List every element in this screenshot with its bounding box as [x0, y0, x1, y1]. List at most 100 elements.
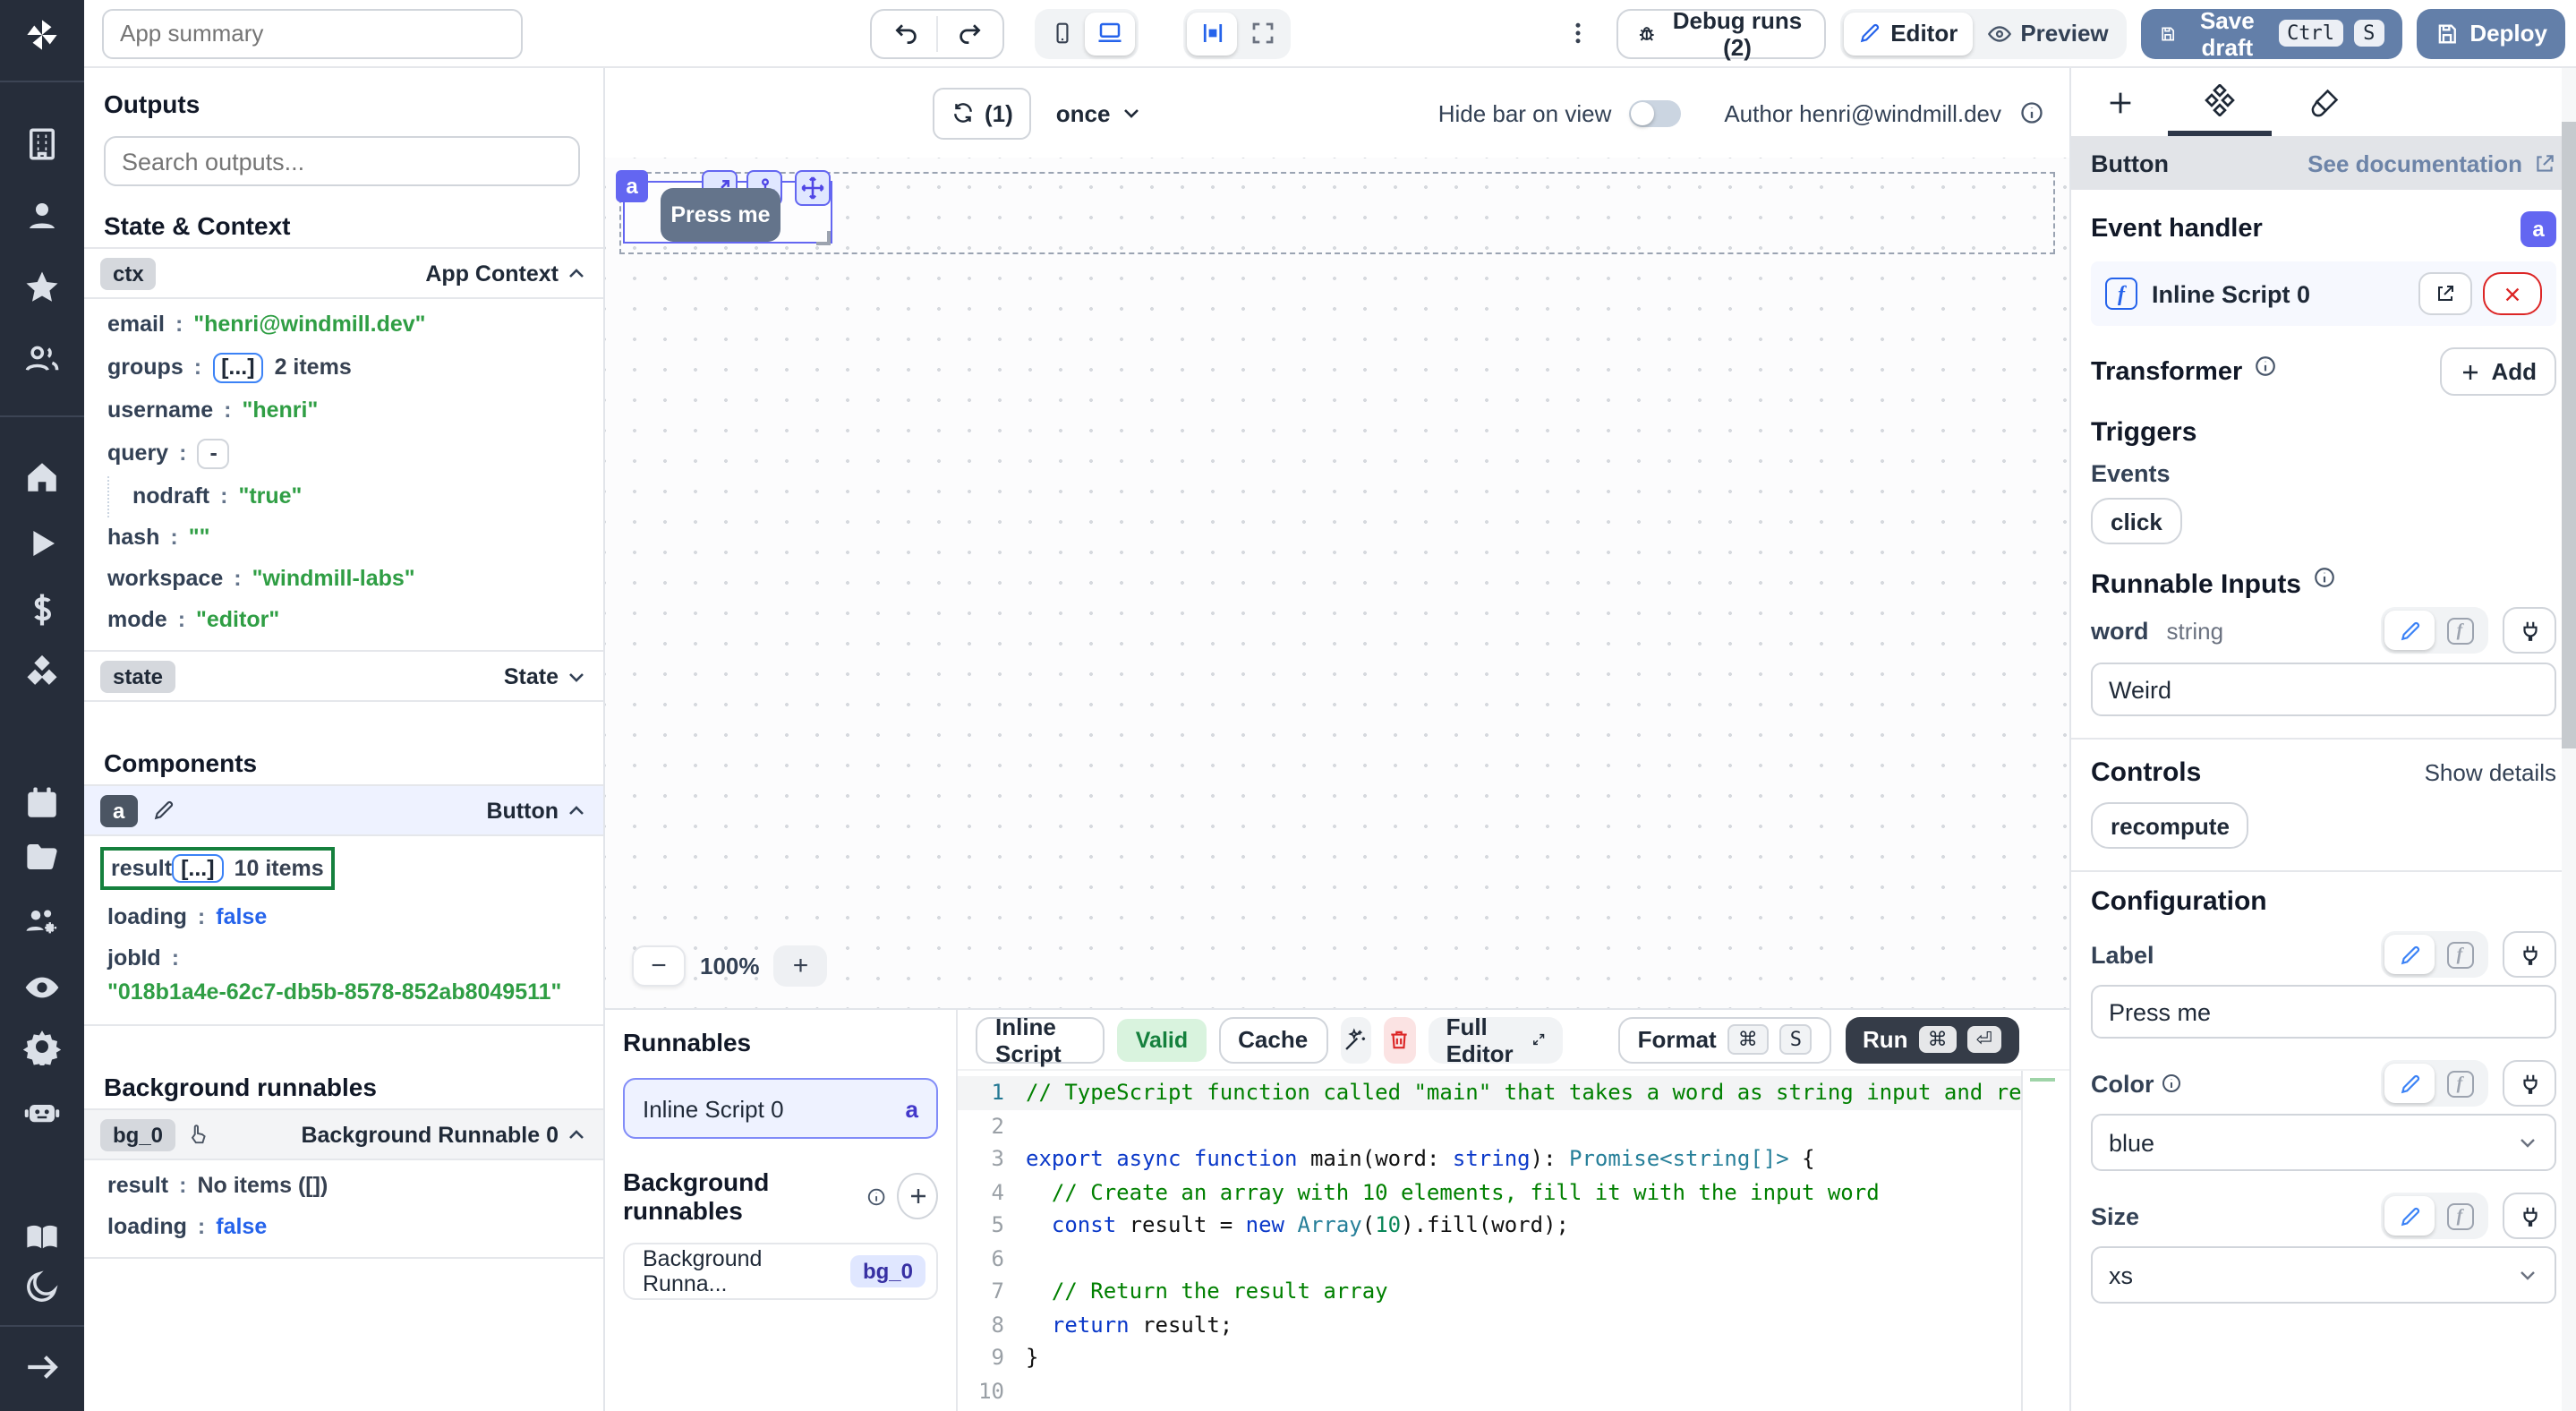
connect-plug-button[interactable]	[2503, 931, 2556, 978]
groups-gear-icon[interactable]	[23, 904, 61, 942]
state-section-header[interactable]: state State	[84, 652, 603, 702]
info-icon[interactable]	[2312, 566, 2335, 589]
full-editor-button[interactable]: Full Editor	[1429, 1016, 1563, 1063]
code-line[interactable]: 4 // Create an array with 10 elements, f…	[958, 1176, 2021, 1209]
output-field-mode[interactable]: mode "editor"	[84, 600, 603, 641]
settings-gear-icon[interactable]	[23, 1028, 61, 1065]
rename-pencil-icon[interactable]	[151, 799, 175, 822]
chevron-up-icon[interactable]	[566, 1124, 587, 1145]
chevron-up-icon[interactable]	[566, 800, 587, 821]
press-me-button[interactable]: Press me	[661, 188, 780, 242]
output-field-bg-result[interactable]: result No items ([])	[84, 1166, 603, 1207]
expr-mode-function-button[interactable]: f	[2435, 935, 2485, 974]
ai-wand-button[interactable]	[1340, 1016, 1371, 1063]
redo-button[interactable]	[938, 12, 999, 55]
variables-dollar-icon[interactable]	[23, 591, 61, 629]
runnable-item-bg-0[interactable]: Background Runna... bg_0	[623, 1243, 938, 1300]
info-icon[interactable]	[2162, 1073, 2183, 1094]
more-menu-kebab-icon[interactable]	[1565, 20, 1591, 47]
add-bg-runnable-button[interactable]	[898, 1173, 938, 1219]
bg0-section-header[interactable]: bg_0 Background Runnable 0	[84, 1108, 603, 1160]
app-summary-input[interactable]	[102, 8, 523, 58]
code-line[interactable]: 10	[958, 1374, 2021, 1407]
code-line[interactable]: 2	[958, 1109, 2021, 1142]
code-line[interactable]: 9}	[958, 1341, 2021, 1374]
fullscreen-expand-button[interactable]	[1237, 12, 1287, 55]
output-field-groups[interactable]: groups [...] 2 items	[84, 346, 603, 390]
empty-value-chip[interactable]: -	[197, 439, 229, 469]
runnable-item-inline-script-0[interactable]: Inline Script 0 a	[623, 1078, 938, 1139]
static-mode-pencil-button[interactable]	[2384, 1064, 2435, 1103]
output-field-email[interactable]: email "henri@windmill.dev"	[84, 304, 603, 346]
output-field-hash[interactable]: hash ""	[84, 517, 603, 559]
tab-preview[interactable]: Preview	[1972, 12, 2122, 55]
chevron-up-icon[interactable]	[566, 262, 587, 284]
color-select[interactable]: blue	[2091, 1114, 2556, 1171]
tab-styling[interactable]	[2272, 68, 2376, 136]
delete-script-button[interactable]	[1384, 1016, 1415, 1063]
resources-boxes-icon[interactable]	[23, 654, 61, 691]
tab-editor[interactable]: Editor	[1844, 12, 1972, 55]
favorites-star-icon[interactable]	[23, 269, 61, 306]
dark-mode-moon-icon[interactable]	[23, 1268, 61, 1305]
search-outputs-input[interactable]	[104, 136, 580, 186]
align-center-button[interactable]	[1187, 12, 1237, 55]
output-field-loading[interactable]: loading false	[84, 897, 603, 938]
result-highlight-box[interactable]: result [...] 10 items	[100, 847, 335, 890]
connect-plug-button[interactable]	[2503, 1193, 2556, 1239]
code-line[interactable]: 3export async function main(word: string…	[958, 1142, 2021, 1176]
static-mode-pencil-button[interactable]	[2384, 935, 2435, 974]
chevron-down-icon[interactable]	[566, 665, 587, 687]
output-field-workspace[interactable]: workspace "windmill-labs"	[84, 559, 603, 600]
component-a-section-header[interactable]: a Button	[84, 784, 603, 836]
size-select[interactable]: xs	[2091, 1246, 2556, 1304]
connect-plug-button[interactable]	[2503, 607, 2556, 654]
cache-button[interactable]: Cache	[1218, 1016, 1327, 1063]
refresh-runnables-button[interactable]: (1)	[933, 87, 1031, 139]
inline-script-row[interactable]: f Inline Script 0	[2091, 261, 2556, 326]
workspace-building-icon[interactable]	[23, 125, 61, 163]
resize-handle[interactable]	[816, 231, 831, 245]
tab-component-settings[interactable]	[2168, 68, 2272, 136]
output-field-bg-loading[interactable]: loading false	[84, 1207, 603, 1248]
info-icon[interactable]	[2253, 355, 2276, 378]
deploy-button[interactable]: Deploy	[2416, 8, 2565, 58]
label-value-input[interactable]	[2091, 985, 2556, 1039]
output-field-nodraft[interactable]: nodraft "true"	[107, 476, 603, 517]
user-group-icon[interactable]	[23, 340, 61, 378]
folders-icon[interactable]	[23, 838, 61, 876]
code-line[interactable]: 5 const result = new Array(10).fill(word…	[958, 1209, 2021, 1242]
recompute-chip[interactable]: recompute	[2091, 802, 2249, 849]
desktop-view-button[interactable]	[1085, 12, 1135, 55]
zoom-out-button[interactable]: −	[632, 945, 686, 987]
save-draft-button[interactable]: Save draft Ctrl S	[2141, 8, 2402, 58]
debug-runs-button[interactable]: Debug runs (2)	[1616, 8, 1826, 58]
schedules-calendar-icon[interactable]	[23, 784, 61, 822]
word-value-input[interactable]	[2091, 663, 2556, 716]
undo-button[interactable]	[875, 12, 936, 55]
expand-array-chip[interactable]: [...]	[172, 854, 224, 883]
scrollbar[interactable]	[2562, 68, 2576, 1411]
info-icon[interactable]	[867, 1184, 887, 1208]
tab-insert-component[interactable]	[2071, 68, 2168, 136]
output-field-query[interactable]: query -	[84, 432, 603, 476]
docs-book-icon[interactable]	[23, 1219, 61, 1257]
remove-script-button[interactable]	[2483, 272, 2542, 315]
ctx-section-header[interactable]: ctx App Context	[84, 247, 603, 299]
run-button[interactable]: Run ⌘ ⏎	[1845, 1016, 2019, 1063]
hide-bar-toggle[interactable]	[1629, 99, 1681, 126]
static-mode-pencil-button[interactable]	[2384, 1196, 2435, 1236]
expr-mode-function-button[interactable]: f	[2435, 1064, 2485, 1103]
home-icon[interactable]	[23, 458, 61, 496]
add-transformer-button[interactable]: Add	[2439, 347, 2556, 396]
runs-play-icon[interactable]	[23, 525, 61, 562]
code-line[interactable]: 6	[958, 1242, 2021, 1275]
move-handle[interactable]	[795, 170, 831, 206]
workers-robot-icon[interactable]	[23, 1092, 61, 1130]
windmill-logo-icon[interactable]	[23, 16, 61, 54]
output-field-jobid[interactable]: jobId	[84, 938, 603, 979]
expand-array-chip[interactable]: [...]	[212, 353, 264, 383]
zoom-in-button[interactable]: +	[774, 945, 828, 987]
format-button[interactable]: Format ⌘ S	[1618, 1016, 1832, 1063]
expand-sidebar-arrow-icon[interactable]	[23, 1348, 61, 1386]
